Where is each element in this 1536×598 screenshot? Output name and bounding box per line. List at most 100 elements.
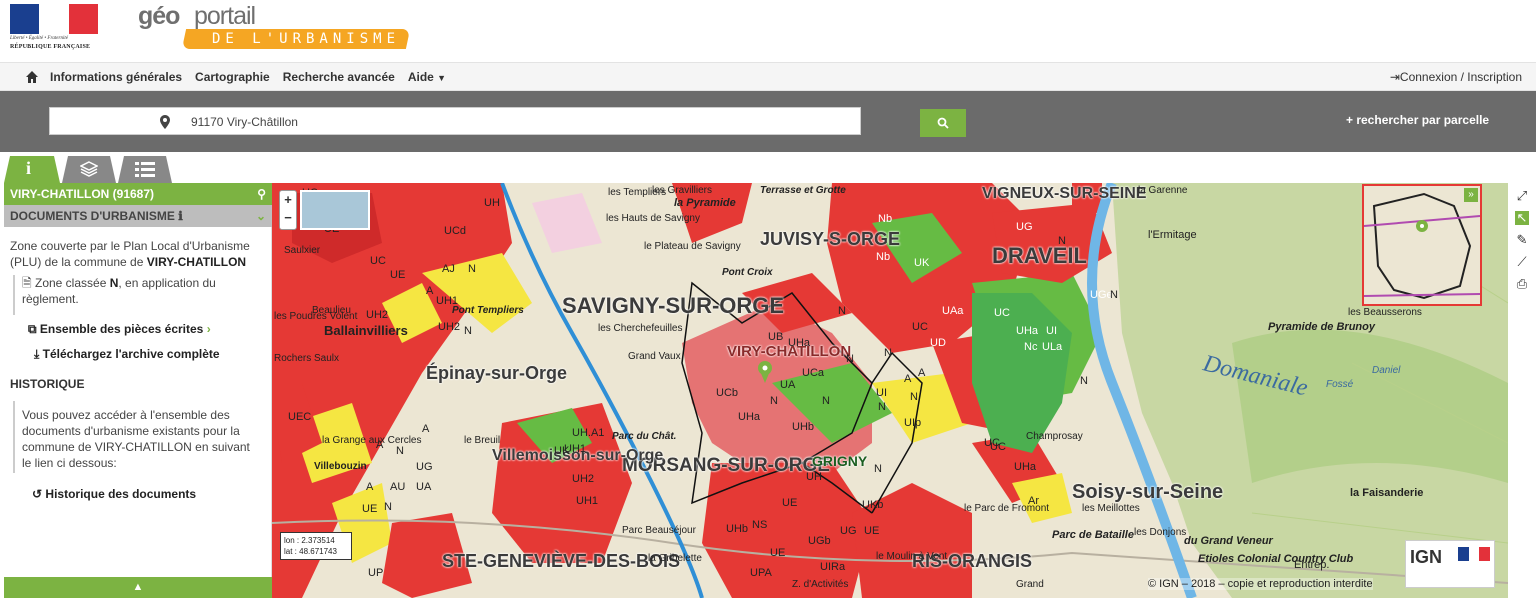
zone-label: UCa [802,367,825,379]
zone-label: N [770,395,778,407]
search-input[interactable]: 91170 Viry-Châtillon [49,107,861,135]
zone-label: UA [780,379,796,391]
place-label: Rochers Saulx [274,353,340,364]
lat-readout: lat : 48.671743 [284,547,337,556]
divider [13,275,15,315]
zone-classee: 🗎 Zone classée N, en application du règl… [22,275,262,307]
zone-label: AJ [442,263,455,275]
overview-map[interactable]: » [1362,184,1482,306]
place-label: STE-GENEVIÈVE-DES-BOIS [442,551,681,571]
overview-map-drawing [1364,186,1480,304]
place-label: le Plateau de Savigny [644,241,741,252]
search-icon [937,117,949,129]
archive-label: Téléchargez l'archive complète [42,347,220,361]
geoportail-logo[interactable]: géo portail DE L'URBANISME [138,2,411,52]
zone-label: A [422,423,430,435]
zone-label: UHa [1014,461,1037,473]
pointer-icon[interactable]: ↖ [1515,211,1529,225]
pieces-ecrites-link[interactable]: ⧉ Ensemble des pièces écrites › [28,322,211,337]
zone-label: UCb [716,387,739,399]
zone-label: N [910,391,918,403]
place-label: la Gribelette [648,553,702,564]
docs-header[interactable]: DOCUMENTS D'URBANISME ℹ ⌄ [4,205,272,227]
info-panel: VIRY-CHATILLON (91687) ⚲ DOCUMENTS D'URB… [0,183,272,598]
zone-label: AU [390,481,406,493]
place-label: le Breuil [464,435,501,446]
documents-icon: ⧉ [28,322,37,336]
map-toolbar: ⤢ ↖ ✎ ⟋ ⎙ [1508,183,1536,598]
zoom-out-button[interactable]: − [280,209,296,227]
zoom-control[interactable]: + − [279,190,297,230]
zone-label: UKb [862,499,884,511]
place-label: Villebouzin [314,461,367,472]
print-icon[interactable]: ⎙ [1515,277,1529,291]
commune-header[interactable]: VIRY-CHATILLON (91687) ⚲ [4,183,272,205]
map-canvas[interactable]: SAVIGNY-SUR-ORGE JUVISY-S-ORGE DRAVEIL V… [272,183,1508,598]
place-label: GRIGNY [812,453,868,469]
flag-icon [1458,547,1491,561]
place-label: Entrep. [1294,559,1330,571]
pencil-icon[interactable]: ✎ [1515,233,1529,247]
zone-label: Nb [876,251,891,263]
docs-title: DOCUMENTS D'URBANISME [10,209,175,223]
zone-label: UIp [904,417,922,429]
place-label: Daniel [1372,365,1401,376]
zone-label: Nc [1024,341,1038,353]
nav-recherche-avancee[interactable]: Recherche avancée [283,70,395,84]
zone-label: UK [914,257,930,269]
place-label: SAVIGNY-SUR-ORGE [562,293,785,318]
nav-informations[interactable]: Informations générales [50,70,182,84]
ign-wordmark: IGN [1410,547,1443,567]
document-icon: 🗎 [22,276,32,290]
panel-collapse-button[interactable]: ▲ [4,577,272,598]
tab-info[interactable]: i [4,156,60,183]
zone-label: N [1080,375,1088,387]
collapse-overview-button[interactable]: » [1464,188,1478,202]
zone-label: UH2 [438,321,461,333]
historique-link[interactable]: ↺ Historique des documents [32,487,196,501]
logo-urbanisme: DE L'URBANISME [212,31,401,47]
rf-motto: Liberté • Égalité • Fraternité [10,36,68,41]
map-pin-icon [160,115,170,129]
search-value: 91170 Viry-Châtillon [191,115,298,129]
zoom-in-button[interactable]: + [280,191,296,209]
place-label: Grand Vaux [628,351,681,362]
login-link[interactable]: ⇥Connexion / Inscription [1390,70,1522,84]
place-label: l'Ermitage [1148,229,1197,241]
login-icon: ⇥ [1389,70,1400,84]
ruler-icon[interactable]: ⟋ [1515,255,1529,269]
mini-map-thumbnail[interactable] [300,190,370,230]
pieces-label: Ensemble des pièces écrites [39,322,204,336]
nav-cartographie[interactable]: Cartographie [195,70,270,84]
home-icon[interactable] [26,70,38,83]
zone-label: N [846,353,854,365]
place-label: les Beausserons [1348,307,1422,318]
place-label: la Faisanderie [1350,487,1424,499]
zone-classee-text: Zone classée [35,276,110,290]
place-label: DRAVEIL [992,243,1087,268]
zone-label: UE [390,269,406,281]
history-icon: ↺ [32,487,43,501]
ign-logo: IGN [1405,540,1495,588]
tab-legend[interactable] [118,156,172,183]
fullscreen-icon[interactable]: ⤢ [1515,189,1529,203]
search-button[interactable] [920,109,966,137]
archive-link[interactable]: ⤓ Téléchargez l'archive complète [34,347,220,362]
zone-label: UH.A1 [572,427,605,439]
zone-label: UG [1016,221,1033,233]
zone-label: UG [416,461,433,473]
zone-label: UCd [444,225,467,237]
chevron-right-icon: › [206,322,211,336]
place-label: Soisy-sur-Seine [1072,481,1224,503]
zone-label: UB [768,331,784,343]
coordinates-readout: lon : 2.373514 lat : 48.671743 [280,532,352,560]
nav-aide[interactable]: Aide ▼ [408,70,446,84]
place-label: les Hauts de Savigny [606,213,700,224]
place-label: Pyramide de Brunoy [1268,321,1375,333]
tab-layers[interactable] [62,156,116,183]
zone-label: N [468,263,476,275]
search-parcelle-link[interactable]: + rechercher par parcelle [1346,113,1489,127]
zone-label: UK [554,445,570,457]
zone-label: UEC [288,411,312,423]
zone-label: A [426,285,434,297]
